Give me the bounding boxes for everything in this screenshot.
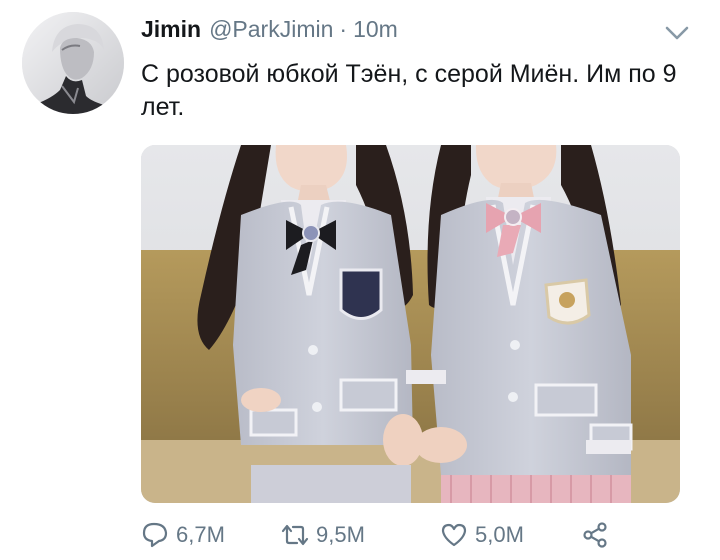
retweet-button[interactable]: 9,5M — [281, 518, 365, 552]
share-button[interactable] — [581, 518, 609, 552]
share-icon — [583, 522, 607, 548]
timestamp[interactable]: 10m — [353, 16, 398, 43]
retweet-icon — [281, 524, 309, 546]
like-button[interactable]: 5,0M — [440, 518, 524, 552]
like-icon — [441, 523, 467, 547]
tweet-photo[interactable] — [141, 145, 680, 503]
reply-button[interactable]: 6,7M — [141, 518, 225, 552]
reply-icon — [142, 522, 168, 548]
display-name[interactable]: Jimin — [141, 16, 201, 43]
like-count: 5,0M — [475, 522, 524, 547]
tweet-actions: 6,7M 9,5M 5,0M — [141, 518, 631, 552]
separator-dot: · — [339, 16, 348, 42]
tweet-header: Jimin @ParkJimin · 10m — [141, 16, 398, 46]
retweet-count: 9,5M — [316, 522, 365, 547]
tweet: Jimin @ParkJimin · 10m С розовой юбкой Т… — [0, 0, 720, 560]
avatar[interactable] — [22, 12, 124, 114]
chevron-down-icon[interactable] — [664, 24, 690, 42]
reply-count: 6,7M — [176, 522, 225, 547]
user-handle[interactable]: @ParkJimin — [209, 16, 333, 43]
tweet-text: С розовой юбкой Тэён, с серой Миён. Им п… — [141, 60, 677, 121]
